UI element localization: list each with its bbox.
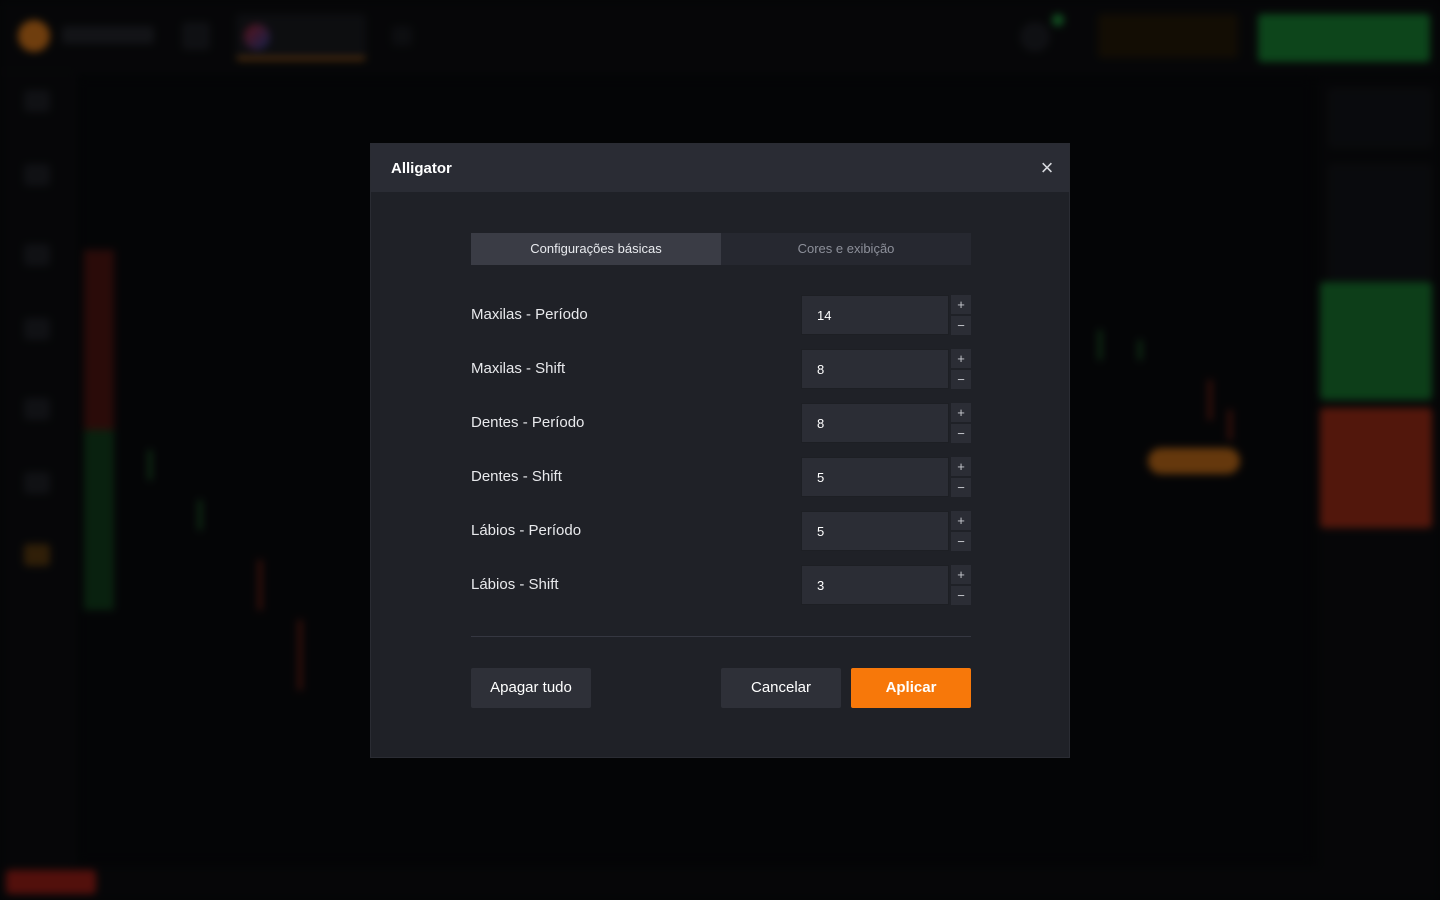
dialog-header: Alligator × xyxy=(371,144,1069,192)
field-label: Maxilas - Shift xyxy=(471,360,566,377)
increment-icon[interactable]: + xyxy=(951,349,971,368)
increment-icon[interactable]: + xyxy=(951,457,971,476)
field-label: Lábios - Shift xyxy=(471,576,559,593)
field-label: Maxilas - Período xyxy=(471,306,588,323)
divider xyxy=(471,636,971,637)
apply-button[interactable]: Aplicar xyxy=(851,668,971,708)
close-icon[interactable]: × xyxy=(1037,157,1057,179)
field-row-jaw-period: Maxilas - Período + − xyxy=(471,295,971,335)
tab-basic-settings[interactable]: Configurações básicas xyxy=(471,233,721,265)
clear-all-button[interactable]: Apagar tudo xyxy=(471,668,591,708)
field-row-lips-shift: Lábios - Shift + − xyxy=(471,565,971,605)
increment-icon[interactable]: + xyxy=(951,511,971,530)
increment-icon[interactable]: + xyxy=(951,295,971,314)
cancel-button[interactable]: Cancelar xyxy=(721,668,841,708)
field-label: Dentes - Shift xyxy=(471,468,562,485)
field-row-teeth-shift: Dentes - Shift + − xyxy=(471,457,971,497)
dialog-title: Alligator xyxy=(391,160,452,177)
field-row-lips-period: Lábios - Período + − xyxy=(471,511,971,551)
field-row-jaw-shift: Maxilas - Shift + − xyxy=(471,349,971,389)
decrement-icon[interactable]: − xyxy=(951,424,971,443)
field-label: Dentes - Período xyxy=(471,414,585,431)
lips-period-input[interactable] xyxy=(801,511,949,551)
decrement-icon[interactable]: − xyxy=(951,316,971,335)
increment-icon[interactable]: + xyxy=(951,403,971,422)
jaw-period-input[interactable] xyxy=(801,295,949,335)
field-row-teeth-period: Dentes - Período + − xyxy=(471,403,971,443)
teeth-period-input[interactable] xyxy=(801,403,949,443)
decrement-icon[interactable]: − xyxy=(951,370,971,389)
decrement-icon[interactable]: − xyxy=(951,532,971,551)
decrement-icon[interactable]: − xyxy=(951,586,971,605)
decrement-icon[interactable]: − xyxy=(951,478,971,497)
lips-shift-input[interactable] xyxy=(801,565,949,605)
jaw-shift-input[interactable] xyxy=(801,349,949,389)
alligator-settings-dialog: Alligator × Configurações básicas Cores … xyxy=(370,143,1070,758)
teeth-shift-input[interactable] xyxy=(801,457,949,497)
field-label: Lábios - Período xyxy=(471,522,582,539)
settings-tabs: Configurações básicas Cores e exibição xyxy=(471,233,971,265)
increment-icon[interactable]: + xyxy=(951,565,971,584)
tab-colors-display[interactable]: Cores e exibição xyxy=(721,233,971,265)
